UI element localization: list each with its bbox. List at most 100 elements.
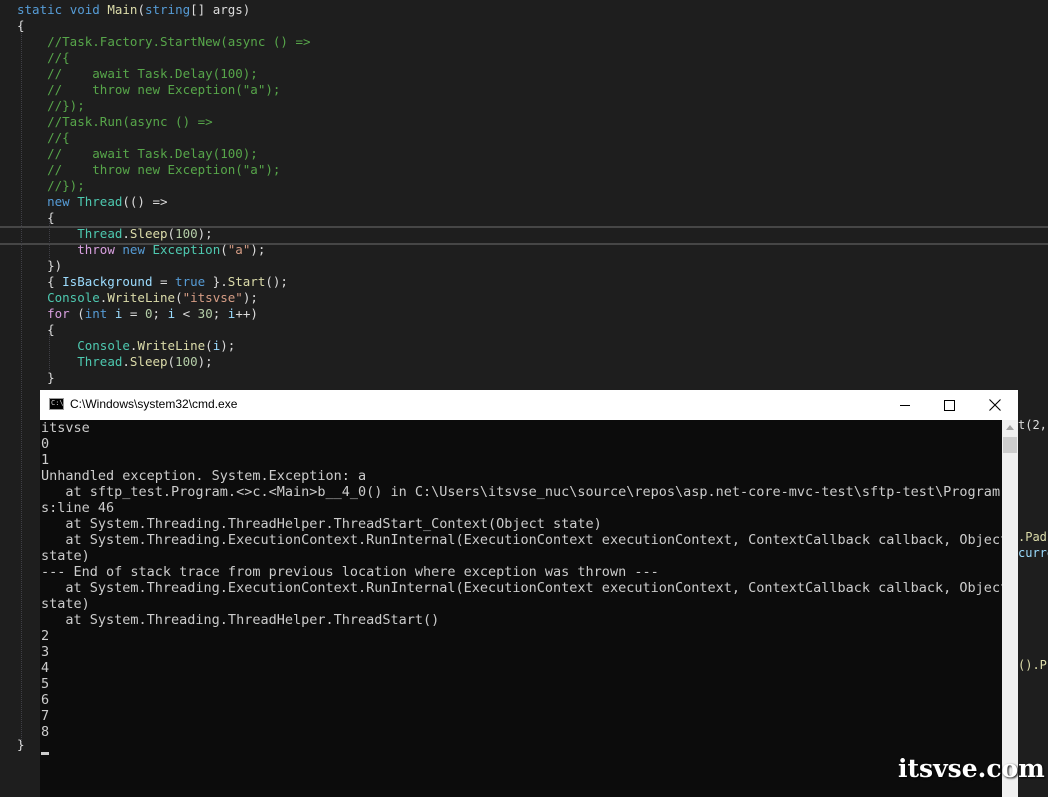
code-token: Thread xyxy=(77,354,123,369)
code-token: Console xyxy=(77,338,130,353)
code-token: true xyxy=(175,274,206,289)
code-line: }) xyxy=(17,258,62,274)
code-token: { xyxy=(17,210,55,225)
code-token: ); xyxy=(197,354,213,369)
peek-text: curre xyxy=(1018,546,1048,560)
scroll-thumb[interactable] xyxy=(1003,437,1017,453)
console-line: --- End of stack trace from previous loc… xyxy=(41,564,659,580)
code-line: Thread.Sleep(100); xyxy=(17,354,213,370)
code-token: Start xyxy=(227,274,266,289)
peek-text: t(2, xyxy=(1018,418,1047,432)
vertical-scrollbar[interactable] xyxy=(1002,420,1018,797)
console-line: at System.Threading.ThreadHelper.ThreadS… xyxy=(41,612,440,628)
console-line: at System.Threading.ThreadHelper.ThreadS… xyxy=(41,516,602,532)
console-line: 1 xyxy=(41,452,50,468)
code-line: Console.WriteLine(i); xyxy=(17,338,235,354)
title-bar[interactable]: C:\ C:\Windows\system32\cmd.exe xyxy=(40,390,1018,420)
code-token: Exception xyxy=(152,242,221,257)
console-line: s:line 46 xyxy=(41,500,115,516)
code-token: } xyxy=(17,370,55,385)
code-token: 30 xyxy=(197,306,213,321)
code-token: Thread xyxy=(77,194,123,209)
console-line: state) xyxy=(41,548,90,564)
code-token: ); xyxy=(220,338,236,353)
scroll-up-icon[interactable] xyxy=(1006,425,1014,430)
peek-text: .PadL xyxy=(1018,530,1048,544)
code-token: ( xyxy=(220,242,228,257)
code-line: Console.WriteLine("itsvse"); xyxy=(17,290,258,306)
code-token: [] args) xyxy=(190,2,251,17)
code-token: new xyxy=(122,242,145,257)
code-token: i xyxy=(167,306,176,321)
code-token: . xyxy=(122,354,130,369)
code-token: ( xyxy=(69,306,85,321)
console-line: 0 xyxy=(41,436,50,452)
code-line: //}); xyxy=(17,98,85,114)
code-line: throw new Exception("a"); xyxy=(17,242,265,258)
close-button[interactable] xyxy=(972,390,1018,420)
console-line: state) xyxy=(41,596,90,612)
code-token: ( xyxy=(205,338,213,353)
cmd-icon: C:\ xyxy=(49,398,64,410)
code-line: { xyxy=(17,322,55,338)
code-token: ( xyxy=(137,2,145,17)
code-token: ( xyxy=(167,354,176,369)
code-token: ); xyxy=(197,226,213,241)
code-token: WriteLine xyxy=(137,338,206,353)
console-window[interactable]: C:\ C:\Windows\system32\cmd.exe itsvse 0 1… xyxy=(40,390,1018,797)
code-token: Thread xyxy=(77,226,123,241)
code-token: new xyxy=(47,194,70,209)
code-line: { IsBackground = true }.Start(); xyxy=(17,274,288,290)
code-token: WriteLine xyxy=(107,290,176,305)
code-line: //Task.Factory.StartNew(async () => xyxy=(17,34,310,50)
code-line: new Thread(() => xyxy=(17,194,168,210)
console-line: 6 xyxy=(41,692,50,708)
code-token: = xyxy=(152,274,176,289)
code-token: < xyxy=(175,306,198,321)
maximize-icon xyxy=(943,399,955,411)
code-line: //{ xyxy=(17,130,70,146)
minimize-icon xyxy=(900,404,910,406)
maximize-button[interactable] xyxy=(926,390,972,420)
code-line: // await Task.Delay(100); xyxy=(17,66,258,82)
code-line: //Task.Run(async () => xyxy=(17,114,213,130)
code-token: { xyxy=(17,322,55,337)
window-title: C:\Windows\system32\cmd.exe xyxy=(70,397,238,411)
code-token: //}); xyxy=(47,98,85,113)
code-token: (() => xyxy=(122,194,168,209)
console-line: itsvse xyxy=(41,420,90,436)
closing-brace: } xyxy=(17,737,25,752)
code-token: // await Task.Delay(100); xyxy=(47,146,258,161)
code-token: { xyxy=(17,18,25,33)
code-token: { xyxy=(17,274,63,289)
code-line: } xyxy=(17,370,55,386)
console-line: 3 xyxy=(41,644,50,660)
code-token: int xyxy=(84,306,108,321)
close-icon xyxy=(989,399,1001,411)
console-line: 4 xyxy=(41,660,50,676)
console-output: itsvse 0 1 Unhandled exception. System.Exce… xyxy=(41,420,1018,740)
code-line: { xyxy=(17,18,25,34)
code-token: IsBackground xyxy=(62,274,153,289)
code-token: // await Task.Delay(100); xyxy=(47,66,258,81)
text-cursor xyxy=(41,752,49,755)
code-token: . xyxy=(122,226,130,241)
code-line: // throw new Exception("a"); xyxy=(17,82,280,98)
code-token: Main xyxy=(107,2,138,17)
code-token: // throw new Exception("a"); xyxy=(47,82,281,97)
minimize-button[interactable] xyxy=(882,390,928,420)
code-token: ); xyxy=(242,290,258,305)
code-line: for (int i = 0; i < 30; i++) xyxy=(17,306,258,322)
